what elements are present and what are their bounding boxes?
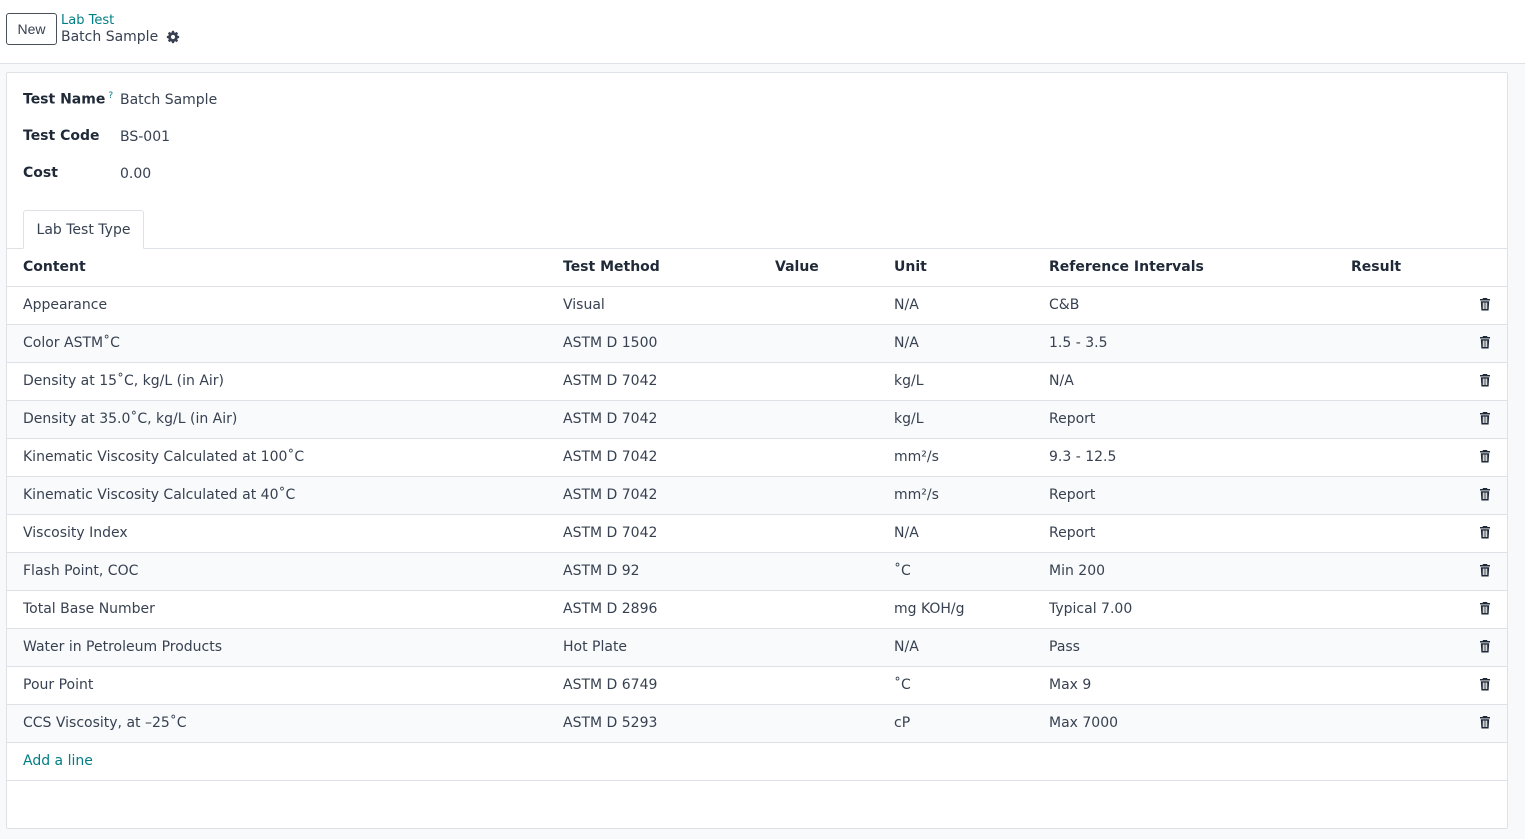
trash-icon[interactable]: [1479, 374, 1493, 388]
trash-icon[interactable]: [1479, 678, 1493, 692]
cell-test-method[interactable]: ASTM D 7042: [563, 363, 657, 400]
cell-unit[interactable]: kg/L: [894, 401, 924, 438]
tab-lab-test-type[interactable]: Lab Test Type: [23, 210, 144, 249]
gear-icon[interactable]: [166, 30, 180, 44]
cell-test-method[interactable]: ASTM D 1500: [563, 325, 657, 362]
cell-content[interactable]: Kinematic Viscosity Calculated at 40˚C: [23, 477, 295, 514]
cell-reference-intervals[interactable]: 9.3 - 12.5: [1049, 439, 1116, 476]
cell-unit[interactable]: kg/L: [894, 363, 924, 400]
cell-unit[interactable]: mm²/s: [894, 477, 939, 514]
cell-test-method[interactable]: Visual: [563, 287, 605, 324]
cell-test-method[interactable]: ASTM D 7042: [563, 401, 657, 438]
cell-test-method[interactable]: ASTM D 92: [563, 553, 640, 590]
cell-test-method[interactable]: ASTM D 7042: [563, 515, 657, 552]
column-header-reference-intervals[interactable]: Reference Intervals: [1049, 249, 1204, 286]
cell-reference-intervals[interactable]: Report: [1049, 401, 1095, 438]
form-sheet: Test Name? Batch Sample Test Code BS-001…: [6, 72, 1508, 829]
trash-icon[interactable]: [1479, 640, 1493, 654]
column-header-value[interactable]: Value: [775, 249, 819, 286]
new-button[interactable]: New: [6, 13, 57, 45]
table-row[interactable]: Density at 35.0˚C, kg/L (in Air) ASTM D 7…: [7, 401, 1507, 439]
control-panel: New Lab Test Batch Sample: [0, 0, 1525, 64]
cell-test-method[interactable]: ASTM D 2896: [563, 591, 657, 628]
cell-test-method[interactable]: ASTM D 5293: [563, 705, 657, 742]
cell-test-method[interactable]: ASTM D 7042: [563, 439, 657, 476]
cell-unit[interactable]: N/A: [894, 325, 919, 362]
cell-test-method[interactable]: ASTM D 7042: [563, 477, 657, 514]
breadcrumb-current: Batch Sample: [61, 29, 180, 45]
cell-unit[interactable]: N/A: [894, 629, 919, 666]
cell-unit[interactable]: mm²/s: [894, 439, 939, 476]
cell-content[interactable]: Appearance: [23, 287, 107, 324]
table-row[interactable]: Viscosity Index ASTM D 7042 N/A Report: [7, 515, 1507, 553]
cell-test-method[interactable]: ASTM D 6749: [563, 667, 657, 704]
cost-field[interactable]: 0.00: [120, 166, 151, 182]
cell-reference-intervals[interactable]: Max 7000: [1049, 705, 1118, 742]
trash-icon[interactable]: [1479, 336, 1493, 350]
table-row[interactable]: Density at 15˚C, kg/L (in Air) ASTM D 704…: [7, 363, 1507, 401]
table-header: Content Test Method Value Unit Reference…: [7, 249, 1507, 287]
lab-test-type-table: Content Test Method Value Unit Reference…: [7, 249, 1507, 781]
test-code-label: Test Code: [23, 128, 100, 144]
cell-reference-intervals[interactable]: Typical 7.00: [1049, 591, 1132, 628]
trash-icon[interactable]: [1479, 298, 1493, 312]
table-row[interactable]: Pour Point ASTM D 6749 ˚C Max 9: [7, 667, 1507, 705]
test-name-label: Test Name?: [23, 91, 113, 108]
cell-content[interactable]: CCS Viscosity, at –25˚C: [23, 705, 187, 742]
cell-reference-intervals[interactable]: 1.5 - 3.5: [1049, 325, 1107, 362]
column-header-test-method[interactable]: Test Method: [563, 249, 660, 286]
help-tooltip-icon[interactable]: ?: [108, 91, 113, 101]
add-line-row: Add a line: [7, 743, 1507, 781]
cell-unit[interactable]: N/A: [894, 287, 919, 324]
cell-test-method[interactable]: Hot Plate: [563, 629, 627, 666]
trash-icon[interactable]: [1479, 564, 1493, 578]
cell-reference-intervals[interactable]: Max 9: [1049, 667, 1091, 704]
trash-icon[interactable]: [1479, 488, 1493, 502]
cell-content[interactable]: Color ASTM˚C: [23, 325, 120, 362]
cell-unit[interactable]: N/A: [894, 515, 919, 552]
cell-content[interactable]: Density at 15˚C, kg/L (in Air): [23, 363, 224, 400]
cell-reference-intervals[interactable]: N/A: [1049, 363, 1074, 400]
cell-unit[interactable]: mg KOH/g: [894, 591, 965, 628]
cell-reference-intervals[interactable]: Report: [1049, 477, 1095, 514]
cell-unit[interactable]: ˚C: [894, 553, 911, 590]
trash-icon[interactable]: [1479, 716, 1493, 730]
cell-content[interactable]: Pour Point: [23, 667, 93, 704]
cell-content[interactable]: Kinematic Viscosity Calculated at 100˚C: [23, 439, 304, 476]
test-code-field[interactable]: BS-001: [120, 129, 170, 145]
table-row[interactable]: Flash Point, COC ASTM D 92 ˚C Min 200: [7, 553, 1507, 591]
trash-icon[interactable]: [1479, 526, 1493, 540]
cell-content[interactable]: Viscosity Index: [23, 515, 128, 552]
table-row[interactable]: Color ASTM˚C ASTM D 1500 N/A 1.5 - 3.5: [7, 325, 1507, 363]
cost-label: Cost: [23, 165, 58, 181]
test-name-label-text: Test Name: [23, 91, 106, 108]
cell-content[interactable]: Water in Petroleum Products: [23, 629, 222, 666]
breadcrumb-parent-link[interactable]: Lab Test: [61, 13, 114, 28]
table-row[interactable]: Kinematic Viscosity Calculated at 100˚C A…: [7, 439, 1507, 477]
cell-content[interactable]: Flash Point, COC: [23, 553, 138, 590]
trash-icon[interactable]: [1479, 450, 1493, 464]
column-header-unit[interactable]: Unit: [894, 249, 927, 286]
cell-unit[interactable]: cP: [894, 705, 910, 742]
cell-content[interactable]: Total Base Number: [23, 591, 155, 628]
table-row[interactable]: Water in Petroleum Products Hot Plate N/A P…: [7, 629, 1507, 667]
table-row[interactable]: Kinematic Viscosity Calculated at 40˚C AS…: [7, 477, 1507, 515]
table-row[interactable]: Total Base Number ASTM D 2896 mg KOH/g Typi…: [7, 591, 1507, 629]
cell-reference-intervals[interactable]: Report: [1049, 515, 1095, 552]
cell-reference-intervals[interactable]: Pass: [1049, 629, 1080, 666]
cell-unit[interactable]: ˚C: [894, 667, 911, 704]
trash-icon[interactable]: [1479, 602, 1493, 616]
cell-content[interactable]: Density at 35.0˚C, kg/L (in Air): [23, 401, 237, 438]
test-name-field[interactable]: Batch Sample: [120, 92, 217, 108]
cell-reference-intervals[interactable]: Min 200: [1049, 553, 1105, 590]
column-header-result[interactable]: Result: [1351, 249, 1401, 286]
table-row[interactable]: CCS Viscosity, at –25˚C ASTM D 5293 cP Max …: [7, 705, 1507, 743]
add-line-link[interactable]: Add a line: [23, 743, 93, 780]
cell-reference-intervals[interactable]: C&B: [1049, 287, 1079, 324]
breadcrumb-current-label: Batch Sample: [61, 29, 159, 45]
column-header-content[interactable]: Content: [23, 249, 86, 286]
trash-icon[interactable]: [1479, 412, 1493, 426]
table-row[interactable]: Appearance Visual N/A C&B: [7, 287, 1507, 325]
